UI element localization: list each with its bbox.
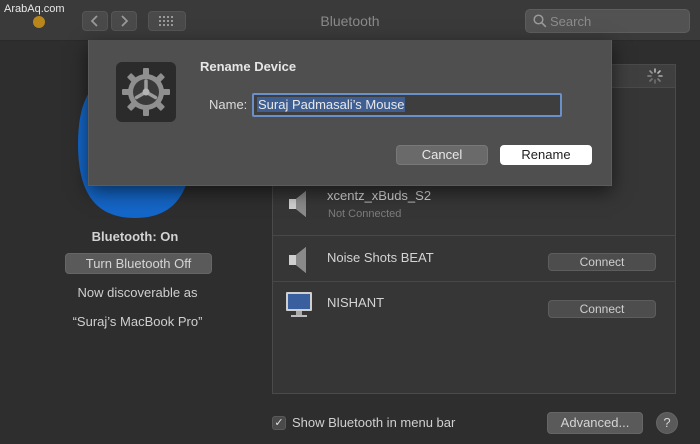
speaker-icon (289, 191, 306, 217)
turn-bluetooth-off-button[interactable]: Turn Bluetooth Off (65, 253, 212, 274)
device-row-noise-shots-beat[interactable]: Noise Shots BEAT Connect (273, 236, 675, 280)
loading-spinner-icon (647, 68, 663, 84)
advanced-button[interactable]: Advanced... (547, 412, 643, 434)
device-name-input[interactable]: Suraj Padmasali’s Mouse (252, 93, 562, 117)
gear-icon (122, 68, 170, 116)
help-button[interactable]: ? (656, 412, 678, 434)
name-label: Name: (209, 97, 248, 112)
system-preferences-icon (116, 62, 176, 122)
computer-name: “Suraj’s MacBook Pro” (72, 314, 203, 329)
bluetooth-status: Bluetooth: On (91, 229, 179, 244)
connect-button[interactable]: Connect (548, 300, 656, 318)
device-name: NISHANT (327, 295, 385, 310)
search-placeholder: Search (550, 14, 592, 29)
monitor-icon (286, 292, 312, 317)
search-input[interactable]: Search (525, 9, 690, 33)
cancel-button[interactable]: Cancel (396, 145, 488, 165)
show-in-menu-bar-checkbox[interactable]: ✓ (272, 416, 286, 430)
watermark: ArabAq.com (4, 3, 65, 15)
search-icon (533, 14, 547, 28)
device-name: xcentz_xBuds_S2 (327, 188, 432, 203)
toolbar: Bluetooth Search (0, 0, 700, 41)
connect-button[interactable]: Connect (548, 253, 656, 271)
device-name-value: Suraj Padmasali’s Mouse (257, 97, 406, 112)
device-status: Not Connected (328, 208, 402, 220)
device-name: Noise Shots BEAT (327, 250, 434, 265)
dialog-title: Rename Device (200, 59, 297, 74)
device-row-nishant[interactable]: NISHANT Connect (273, 282, 675, 326)
rename-device-dialog: Rename Device Name: Suraj Padmasali’s Mo… (88, 40, 612, 186)
speaker-icon (289, 247, 306, 273)
discoverable-text: Now discoverable as (77, 285, 198, 300)
rename-button[interactable]: Rename (500, 145, 592, 165)
show-in-menu-bar-label: Show Bluetooth in menu bar (292, 415, 456, 430)
